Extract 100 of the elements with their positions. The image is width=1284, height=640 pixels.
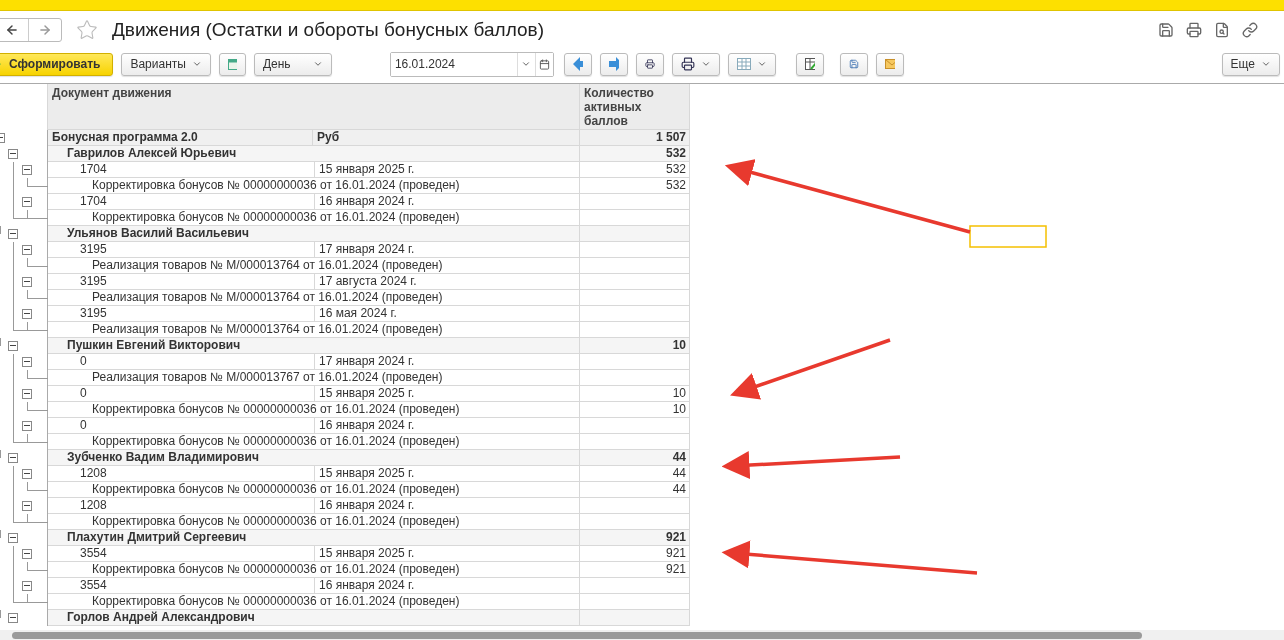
collapse-toggle[interactable] bbox=[22, 581, 32, 591]
column-header: Документ движения bbox=[48, 84, 580, 130]
table-icon bbox=[736, 58, 751, 70]
person-total-cell: 532 bbox=[580, 146, 690, 162]
currency-cell: Руб bbox=[313, 130, 580, 146]
collapse-toggle[interactable] bbox=[22, 245, 32, 255]
entry-number-cell: 0 bbox=[48, 386, 315, 402]
person-name-cell: Ульянов Василий Васильевич bbox=[48, 226, 580, 242]
panel-icon bbox=[227, 58, 237, 70]
printer-icon bbox=[644, 57, 655, 71]
previous-button[interactable] bbox=[563, 52, 592, 76]
caret-icon bbox=[521, 59, 532, 69]
collapse-toggle[interactable] bbox=[22, 421, 32, 431]
calendar-icon bbox=[538, 58, 550, 70]
group-cell: Бонусная программа 2.0 bbox=[48, 130, 313, 146]
document-cell: Корректировка бонусов № 00000000036 от 16.01.2024 (проведен) bbox=[48, 594, 580, 610]
collapse-toggle[interactable] bbox=[8, 229, 18, 239]
collapse-toggle[interactable] bbox=[22, 309, 32, 319]
generate-button[interactable]: Сформировать bbox=[0, 52, 114, 76]
save-button[interactable] bbox=[839, 52, 868, 76]
star-icon bbox=[76, 19, 98, 41]
person-total-cell: 10 bbox=[580, 338, 690, 354]
entry-date-cell: 17 января 2024 г. bbox=[315, 354, 580, 370]
document-cell: Реализация товаров № М/000013764 от 16.01.2024 (проведен) bbox=[48, 322, 580, 338]
collapse-toggle[interactable] bbox=[8, 453, 18, 463]
document-value-cell: 44 bbox=[580, 482, 690, 498]
entry-value-cell: 532 bbox=[580, 162, 690, 178]
collapse-toggle[interactable] bbox=[22, 357, 32, 367]
date-field[interactable]: 16.01.2024 bbox=[389, 51, 554, 77]
person-total-cell: 44 bbox=[580, 450, 690, 466]
entry-date-cell: 17 января 2024 г. bbox=[315, 242, 580, 258]
document-value-cell: 921 bbox=[580, 562, 690, 578]
next-button[interactable] bbox=[599, 52, 628, 76]
entry-value-cell: 921 bbox=[580, 546, 690, 562]
collapse-toggle[interactable] bbox=[8, 341, 18, 351]
document-cell: Корректировка бонусов № 00000000036 от 16.01.2024 (проведен) bbox=[48, 482, 580, 498]
person-name-cell: Горлов Андрей Александрович bbox=[48, 610, 580, 626]
document-cell: Реализация товаров № М/000013764 от 16.01.2024 (проведен) bbox=[48, 290, 580, 306]
entry-date-cell: 15 января 2025 г. bbox=[315, 386, 580, 402]
collapse-toggle[interactable] bbox=[22, 549, 32, 559]
collapse-toggle[interactable] bbox=[22, 165, 32, 175]
person-name-cell: Гаврилов Алексей Юрьевич bbox=[48, 146, 580, 162]
entry-value-cell: 10 bbox=[580, 386, 690, 402]
caret-icon bbox=[756, 59, 767, 69]
collapse-toggle[interactable] bbox=[22, 197, 32, 207]
more-button[interactable]: Еще bbox=[1221, 52, 1280, 76]
left-arrow-icon bbox=[4, 23, 19, 37]
settings-button[interactable] bbox=[218, 52, 246, 76]
document-cell: Реализация товаров № М/000013767 от 16.01.2024 (проведен) bbox=[48, 370, 580, 386]
left-arrow-icon bbox=[572, 57, 583, 71]
window-title: Движения (Остатки и обороты бонусных баллов) bbox=[112, 19, 544, 41]
collapse-toggle[interactable] bbox=[22, 277, 32, 287]
document-cell: Корректировка бонусов № 00000000036 от 16.01.2024 (проведен) bbox=[48, 434, 580, 450]
period-dropdown[interactable]: День bbox=[253, 52, 332, 76]
edit-table-icon bbox=[804, 58, 815, 70]
print-button[interactable] bbox=[671, 52, 720, 76]
document-cell: Корректировка бонусов № 00000000036 от 16.01.2024 (проведен) bbox=[48, 562, 580, 578]
printer-icon bbox=[680, 57, 695, 71]
entry-number-cell: 1704 bbox=[48, 194, 315, 210]
document-value-cell: 532 bbox=[580, 178, 690, 194]
collapse-toggle[interactable] bbox=[22, 501, 32, 511]
entry-number-cell: 3195 bbox=[48, 274, 315, 290]
person-name-cell: Зубченко Вадим Владимирович bbox=[48, 450, 580, 466]
entry-number-cell: 0 bbox=[48, 418, 315, 434]
print-check-button[interactable] bbox=[635, 52, 664, 76]
entry-date-cell: 16 января 2024 г. bbox=[315, 578, 580, 594]
variants-button[interactable]: Варианты bbox=[121, 52, 211, 76]
collapse-toggle[interactable] bbox=[22, 389, 32, 399]
collapse-toggle[interactable] bbox=[8, 149, 18, 159]
right-arrow-icon bbox=[608, 57, 619, 71]
entry-date-cell: 15 января 2025 г. bbox=[315, 162, 580, 178]
caret-icon bbox=[700, 59, 711, 69]
printer-icon bbox=[1186, 22, 1202, 38]
person-name-cell: Плахутин Дмитрий Сергеевич bbox=[48, 530, 580, 546]
preview-icon bbox=[1214, 22, 1230, 38]
document-cell: Корректировка бонусов № 00000000036 от 16.01.2024 (проведен) bbox=[48, 402, 580, 418]
entry-date-cell: 15 января 2025 г. bbox=[315, 466, 580, 482]
entry-number-cell: 3554 bbox=[48, 578, 315, 594]
document-cell: Корректировка бонусов № 00000000036 от 16.01.2024 (проведен) bbox=[48, 210, 580, 226]
collapse-toggle[interactable] bbox=[8, 533, 18, 543]
entry-date-cell: 16 января 2024 г. bbox=[315, 418, 580, 434]
entry-date-cell: 16 мая 2024 г. bbox=[315, 306, 580, 322]
envelope-icon bbox=[884, 59, 895, 69]
collapse-toggle[interactable] bbox=[22, 469, 32, 479]
entry-number-cell: 3195 bbox=[48, 242, 315, 258]
edit-button[interactable] bbox=[795, 52, 824, 76]
link-icon bbox=[1242, 22, 1258, 38]
document-cell: Корректировка бонусов № 00000000036 от 16.01.2024 (проведен) bbox=[48, 178, 580, 194]
collapse-toggle[interactable] bbox=[8, 613, 18, 623]
entry-number-cell: 3195 bbox=[48, 306, 315, 322]
caret-icon bbox=[1261, 59, 1271, 69]
entry-number-cell: 1208 bbox=[48, 498, 315, 514]
caret-icon bbox=[191, 59, 202, 69]
entry-date-cell: 16 января 2024 г. bbox=[315, 498, 580, 514]
email-button[interactable] bbox=[875, 52, 904, 76]
entry-date-cell: 15 января 2025 г. bbox=[315, 546, 580, 562]
entry-value-cell: 44 bbox=[580, 466, 690, 482]
entry-date-cell: 16 января 2024 г. bbox=[315, 194, 580, 210]
entry-number-cell: 1208 bbox=[48, 466, 315, 482]
person-total-cell: 921 bbox=[580, 530, 690, 546]
